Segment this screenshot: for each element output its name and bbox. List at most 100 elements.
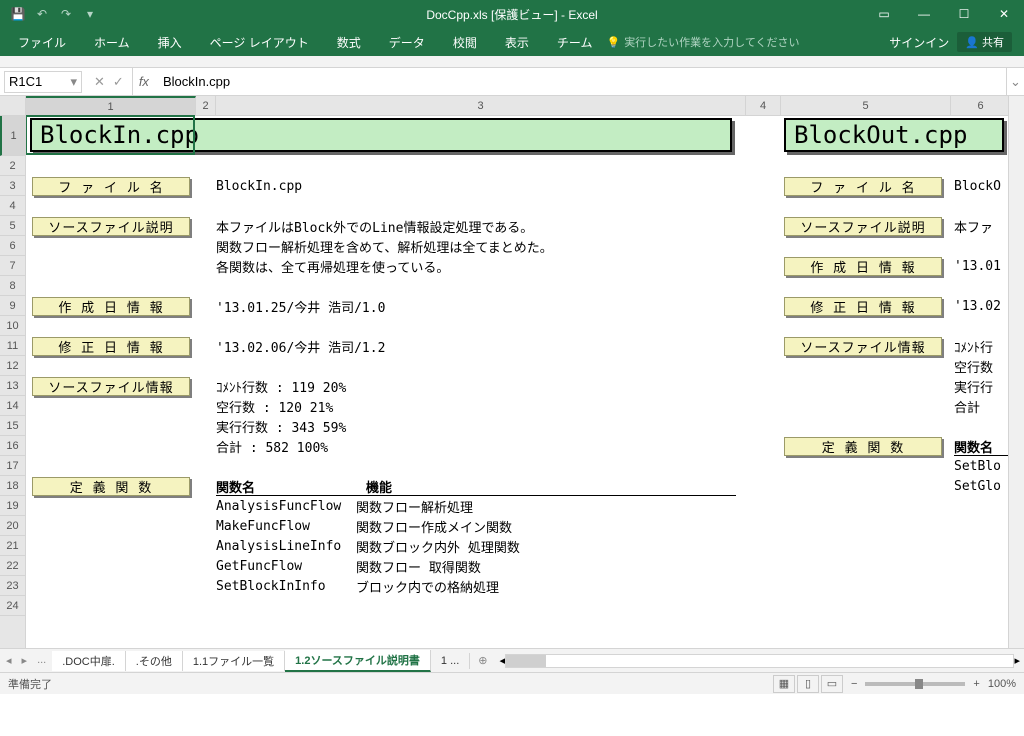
tab-formulas[interactable]: 数式 — [323, 28, 375, 56]
horizontal-scrollbar[interactable]: ◂ ▸ — [495, 654, 1024, 668]
section-src-info[interactable]: ソースファイル情報 — [32, 377, 190, 396]
row-header[interactable]: 2 — [0, 156, 25, 176]
normal-view-icon[interactable]: ▦ — [773, 675, 795, 693]
tab-insert[interactable]: 挿入 — [144, 28, 196, 56]
section-modify-date[interactable]: 修 正 日 情 報 — [32, 337, 190, 356]
row-header[interactable]: 9 — [0, 296, 25, 316]
row-header[interactable]: 14 — [0, 396, 25, 416]
signin-link[interactable]: サインイン — [889, 34, 949, 51]
sheet-tab[interactable]: 1.1ファイル一覧 — [183, 651, 285, 671]
file-header-blockout[interactable]: BlockOut.cpp — [784, 118, 1004, 152]
accept-formula-icon[interactable]: ✓ — [113, 74, 124, 90]
table-header-name[interactable]: 関数名 — [216, 476, 255, 496]
page-layout-view-icon[interactable]: ▯ — [797, 675, 819, 693]
section-def-func[interactable]: 定 義 関 数 — [784, 437, 942, 456]
col-header[interactable]: 4 — [746, 96, 781, 115]
scroll-right-icon[interactable]: ▸ — [1014, 654, 1020, 667]
row-header[interactable]: 18 — [0, 476, 25, 496]
data-cell[interactable]: ｺﾒﾝﾄ行数 : 119 20% — [216, 376, 346, 396]
sheet-nav-more-icon[interactable]: ... — [37, 654, 46, 667]
close-icon[interactable]: ✕ — [984, 0, 1024, 28]
maximize-icon[interactable]: ☐ — [944, 0, 984, 28]
chevron-down-icon[interactable]: ▾ — [70, 74, 77, 90]
func-name[interactable]: SetBlockInInfo — [216, 576, 326, 596]
row-header[interactable]: 16 — [0, 436, 25, 456]
zoom-level[interactable]: 100% — [988, 678, 1016, 690]
data-cell[interactable]: '13.01.25/今井 浩司/1.0 — [216, 296, 385, 316]
tab-view[interactable]: 表示 — [491, 28, 543, 56]
data-cell[interactable]: 本ファ — [954, 216, 993, 236]
fx-icon[interactable]: fx — [133, 74, 155, 89]
sheet-nav-prev-icon[interactable]: ◂ — [6, 654, 12, 667]
row-header[interactable]: 23 — [0, 576, 25, 596]
formula-input[interactable] — [155, 68, 1006, 95]
data-cell[interactable]: 実行行 — [954, 376, 993, 396]
section-src-info[interactable]: ソースファイル情報 — [784, 337, 942, 356]
row-header[interactable]: 12 — [0, 356, 25, 376]
data-cell[interactable]: 合計 : 582 100% — [216, 436, 328, 456]
section-modify-date[interactable]: 修 正 日 情 報 — [784, 297, 942, 316]
cancel-formula-icon[interactable]: ✕ — [94, 74, 105, 90]
row-header[interactable]: 5 — [0, 216, 25, 236]
section-filename[interactable]: フ ァ イ ル 名 — [784, 177, 942, 196]
sheet-tab-active[interactable]: 1.2ソースファイル説明書 — [285, 650, 431, 672]
func-name[interactable]: GetFuncFlow — [216, 556, 302, 576]
tell-me-search[interactable]: 💡 実行したい作業を入力してください — [606, 34, 799, 50]
share-button[interactable]: 👤 共有 — [957, 32, 1012, 52]
section-create-date[interactable]: 作 成 日 情 報 — [32, 297, 190, 316]
sheet-tab[interactable]: 1 ... — [431, 653, 470, 669]
data-cell[interactable]: '13.02 — [954, 296, 1001, 316]
expand-formula-icon[interactable]: ⌄ — [1006, 68, 1024, 95]
save-icon[interactable]: 💾 — [8, 4, 28, 24]
section-description[interactable]: ソースファイル説明 — [784, 217, 942, 236]
data-cell[interactable]: ｺﾒﾝﾄ行 — [954, 336, 993, 356]
add-sheet-icon[interactable]: ⊕ — [470, 654, 495, 667]
func-desc[interactable]: 関数ブロック内外 処理関数 — [356, 536, 520, 556]
zoom-in-icon[interactable]: + — [973, 678, 979, 690]
row-header[interactable]: 4 — [0, 196, 25, 216]
section-create-date[interactable]: 作 成 日 情 報 — [784, 257, 942, 276]
select-all-cell[interactable] — [0, 96, 25, 116]
zoom-out-icon[interactable]: − — [851, 678, 857, 690]
tab-team[interactable]: チーム — [543, 28, 607, 56]
func-desc[interactable]: 関数フロー 取得関数 — [356, 556, 481, 576]
file-header-blockin[interactable]: BlockIn.cpp — [30, 118, 732, 152]
row-header[interactable]: 6 — [0, 236, 25, 256]
vertical-scrollbar[interactable] — [1008, 96, 1024, 648]
func-name[interactable]: MakeFuncFlow — [216, 516, 310, 536]
row-header[interactable]: 17 — [0, 456, 25, 476]
sheet-tab[interactable]: .その他 — [126, 651, 183, 671]
data-cell[interactable]: '13.02.06/今井 浩司/1.2 — [216, 336, 385, 356]
data-cell[interactable]: '13.01 — [954, 256, 1001, 276]
data-cell[interactable]: BlockO — [954, 176, 1001, 196]
tab-page-layout[interactable]: ページ レイアウト — [196, 28, 323, 56]
func-desc[interactable]: 関数フロー作成メイン関数 — [356, 516, 512, 536]
row-header[interactable]: 11 — [0, 336, 25, 356]
undo-icon[interactable]: ↶ — [32, 4, 52, 24]
col-header[interactable]: 6 — [951, 96, 1011, 115]
tab-data[interactable]: データ — [375, 28, 439, 56]
page-break-view-icon[interactable]: ▭ — [821, 675, 843, 693]
row-header[interactable]: 7 — [0, 256, 25, 276]
section-def-func[interactable]: 定 義 関 数 — [32, 477, 190, 496]
ribbon-options-icon[interactable]: ▭ — [864, 0, 904, 28]
col-header[interactable]: 1 — [26, 96, 196, 115]
col-header[interactable]: 2 — [196, 96, 216, 115]
data-cell[interactable]: 空行数 — [954, 356, 993, 376]
row-header[interactable]: 13 — [0, 376, 25, 396]
section-description[interactable]: ソースファイル説明 — [32, 217, 190, 236]
data-cell[interactable]: 空行数 : 120 21% — [216, 396, 333, 416]
tab-file[interactable]: ファイル — [4, 28, 80, 56]
section-filename[interactable]: フ ァ イ ル 名 — [32, 177, 190, 196]
func-desc[interactable]: ブロック内での格納処理 — [356, 576, 499, 596]
table-header-name[interactable]: 関数名 — [954, 436, 993, 456]
tab-review[interactable]: 校閲 — [439, 28, 491, 56]
row-header[interactable]: 20 — [0, 516, 25, 536]
name-box[interactable]: R1C1 ▾ — [4, 71, 82, 93]
row-header[interactable]: 21 — [0, 536, 25, 556]
row-header[interactable]: 10 — [0, 316, 25, 336]
qat-dropdown-icon[interactable]: ▾ — [80, 4, 100, 24]
sheet-tab[interactable]: .DOC中扉. — [52, 651, 126, 671]
func-name[interactable]: AnalysisLineInfo — [216, 536, 341, 556]
minimize-icon[interactable]: — — [904, 0, 944, 28]
